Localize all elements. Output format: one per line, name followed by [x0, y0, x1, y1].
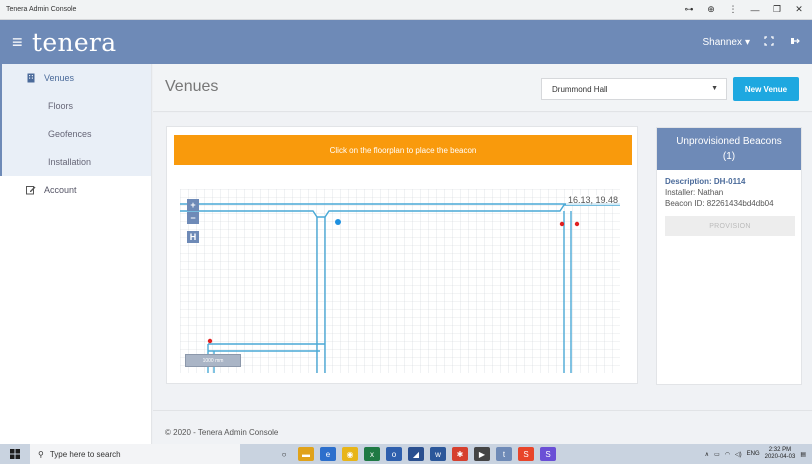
sidebar-item-label: Floors — [48, 101, 74, 111]
sidebar-item-label: Account — [44, 185, 77, 195]
maximize-button[interactable]: ❐ — [766, 4, 788, 15]
app-s-red-icon[interactable]: S — [518, 447, 534, 461]
logout-icon[interactable] — [788, 36, 802, 49]
browser-controls: ⊶ ⊕ ⋮ — ❐ ✕ — [678, 4, 812, 15]
cursor-coordinates: 16.13, 19.48 — [565, 195, 620, 205]
sidebar-item-account[interactable]: Account — [0, 176, 151, 204]
zoom-icon[interactable]: ⊕ — [700, 4, 722, 15]
browser-menu-icon[interactable]: ⋮ — [722, 4, 744, 15]
minimize-button[interactable]: — — [744, 5, 766, 15]
taskbar-search-placeholder: Type here to search — [49, 449, 121, 459]
building-icon — [26, 73, 36, 83]
scale-bar: 1000 mm — [185, 354, 241, 367]
system-tray: ∧ ▭ ◠ ◁) ENG 2:32 PM 2020-04-03 ▤ — [705, 447, 812, 461]
floorplan-canvas[interactable]: 16.13, 19.48 + − H 1000 mm — [180, 189, 620, 373]
beacons-panel-header: Unprovisioned Beacons (1) — [657, 128, 801, 170]
sidebar-item-label: Geofences — [48, 129, 92, 139]
main-content: Venues Drummond Hall ▼ New Venue Click o… — [153, 64, 812, 444]
tenera-app-icon[interactable]: t — [496, 447, 512, 461]
beacon-installer: Installer: Nathan — [665, 188, 724, 197]
app-s-purple-icon[interactable]: S — [540, 447, 556, 461]
user-name: Shannex — [702, 36, 742, 48]
beacon-marker-red[interactable] — [207, 338, 213, 344]
header-actions: Shannex ▾ — [702, 35, 812, 49]
page-header: Venues Drummond Hall ▼ New Venue — [153, 64, 812, 112]
fullscreen-icon[interactable] — [762, 35, 776, 49]
excel-icon[interactable]: x — [364, 447, 380, 461]
browser-title-bar: Tenera Admin Console ⊶ ⊕ ⋮ — ❐ ✕ — [0, 0, 812, 20]
windows-taskbar: ⚲ Type here to search ○ ▬ e ◉ x o ◢ w ✱ … — [0, 444, 812, 464]
clock-date: 2020-04-03 — [764, 454, 796, 460]
chevron-down-icon: ▼ — [711, 85, 718, 92]
file-explorer-icon[interactable]: ▬ — [298, 447, 314, 461]
unprovisioned-beacons-panel: Unprovisioned Beacons (1) Description: D… — [656, 127, 802, 385]
network-app-icon[interactable]: ✱ — [452, 447, 468, 461]
beacon-marker-red[interactable] — [574, 221, 580, 227]
home-view-button[interactable]: H — [187, 231, 199, 243]
sidebar-group-venues: Venues Floors Geofences Installation — [0, 64, 151, 176]
chevron-down-icon: ▾ — [744, 36, 750, 48]
menu-icon[interactable]: ≡ — [12, 32, 26, 53]
zoom-in-button[interactable]: + — [187, 199, 199, 211]
beacons-count: (1) — [722, 151, 736, 162]
zoom-out-button[interactable]: − — [187, 212, 199, 224]
brand-logo[interactable]: tenera — [32, 28, 116, 57]
language-indicator[interactable]: ENG — [747, 451, 760, 457]
search-icon: ⚲ — [38, 449, 44, 459]
edge-browser-icon[interactable]: e — [320, 447, 336, 461]
sidebar-item-floors[interactable]: Floors — [2, 92, 151, 120]
new-venue-button[interactable]: New Venue — [733, 77, 799, 101]
placement-hint-banner: Click on the floorplan to place the beac… — [174, 135, 632, 165]
floorplan-drawing[interactable] — [180, 189, 620, 373]
beacon-marker-blue[interactable] — [335, 219, 341, 225]
page-footer: © 2020 - Tenera Admin Console — [153, 410, 812, 444]
media-app-icon[interactable]: ▶ — [474, 447, 490, 461]
task-view-icon[interactable]: ○ — [276, 447, 292, 461]
sidebar-item-installation[interactable]: Installation — [2, 148, 151, 176]
clock-time: 2:32 PM — [768, 447, 792, 453]
beacon-marker-red[interactable] — [559, 221, 565, 227]
sidebar-item-label: Venues — [44, 73, 75, 83]
beacon-id: Beacon ID: 82261434bd4db04 — [665, 199, 774, 208]
content-area: Click on the floorplan to place the beac… — [153, 113, 812, 410]
taskbar-clock[interactable]: 2:32 PM 2020-04-03 — [765, 447, 796, 461]
wifi-icon[interactable]: ◠ — [725, 451, 730, 458]
word-icon[interactable]: w — [430, 447, 446, 461]
notes-app-icon[interactable]: ◢ — [408, 447, 424, 461]
windows-start-icon[interactable] — [0, 444, 30, 464]
notifications-icon[interactable]: ▤ — [800, 451, 806, 458]
page-title: Venues — [165, 78, 219, 95]
footer-copyright: © 2020 - Tenera Admin Console — [165, 428, 279, 437]
beacons-panel-title: Unprovisioned Beacons — [676, 136, 782, 147]
app-header: ≡ tenera Shannex ▾ — [0, 20, 812, 64]
sidebar-item-venues[interactable]: Venues — [2, 64, 151, 92]
sidebar-item-geofences[interactable]: Geofences — [2, 120, 151, 148]
chrome-browser-icon[interactable]: ◉ — [342, 447, 358, 461]
floorplan-card: Click on the floorplan to place the beac… — [166, 126, 638, 384]
key-icon[interactable]: ⊶ — [678, 4, 700, 15]
beacon-description: Description: DH-0114 — [665, 177, 746, 186]
taskbar-search-box[interactable]: ⚲ Type here to search — [30, 444, 240, 464]
outlook-icon[interactable]: o — [386, 447, 402, 461]
close-button[interactable]: ✕ — [788, 4, 810, 15]
browser-window-title: Tenera Admin Console — [6, 6, 77, 13]
user-menu[interactable]: Shannex ▾ — [702, 37, 750, 48]
battery-icon[interactable]: ▭ — [714, 451, 720, 458]
sidebar: Venues Floors Geofences Installation Acc… — [0, 64, 152, 444]
taskbar-apps: ○ ▬ e ◉ x o ◢ w ✱ ▶ t S S — [276, 447, 556, 461]
sidebar-item-label: Installation — [48, 157, 92, 167]
provision-button[interactable]: PROVISION — [665, 216, 795, 236]
venue-select[interactable]: Drummond Hall ▼ — [541, 78, 727, 100]
venue-select-value: Drummond Hall — [552, 84, 608, 94]
edit-icon — [26, 185, 36, 195]
volume-icon[interactable]: ◁) — [735, 451, 742, 458]
beacon-item[interactable]: Description: DH-0114 Installer: Nathan B… — [657, 170, 801, 243]
tray-chevron-up-icon[interactable]: ∧ — [705, 451, 709, 458]
